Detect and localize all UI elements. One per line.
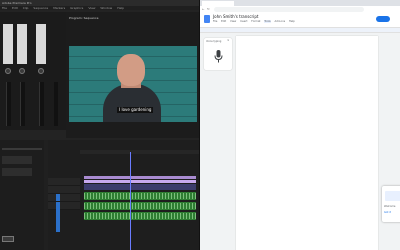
track-header-a2 xyxy=(48,202,80,210)
track-header-v2 xyxy=(48,178,80,186)
program-monitor-panel: Program: Sequence I love gardening xyxy=(66,12,200,130)
person-torso xyxy=(103,84,161,122)
menu-markers[interactable]: Markers xyxy=(53,6,65,10)
toast-text: Welcome xyxy=(384,205,396,208)
close-icon[interactable]: × xyxy=(227,39,230,42)
menu-sequence[interactable]: Sequence xyxy=(33,6,48,10)
docs-header: John Smith's transcript File Edit View I… xyxy=(200,13,400,27)
level-meter-2 xyxy=(20,82,25,126)
docs-menu-help[interactable]: Help xyxy=(289,20,295,23)
menu-help[interactable]: Help xyxy=(117,6,124,10)
pan-knob-3[interactable] xyxy=(38,68,44,74)
program-monitor-title: Program: Sequence xyxy=(69,16,99,20)
timeline-ruler[interactable] xyxy=(80,150,200,154)
audio-waveform xyxy=(84,203,196,209)
toast-dismiss-link[interactable]: Got it xyxy=(384,211,391,214)
mixer-fader-3[interactable] xyxy=(36,24,46,64)
menu-window[interactable]: Window xyxy=(100,6,112,10)
docs-menu-view[interactable]: View xyxy=(230,20,236,23)
docs-menu-file[interactable]: File xyxy=(213,20,217,23)
docs-menu-edit[interactable]: Edit xyxy=(221,20,226,23)
back-icon[interactable]: ← xyxy=(202,7,205,12)
mixer-fader-1[interactable] xyxy=(3,24,13,64)
share-button[interactable] xyxy=(376,16,390,22)
microphone-icon[interactable] xyxy=(214,50,223,63)
project-tab-strip xyxy=(2,148,42,150)
video-editor-window: Adobe Premiere Pro File Edit Clip Sequen… xyxy=(0,0,200,250)
docs-menu-bar: File Edit View Insert Format Tools Add-o… xyxy=(213,20,298,24)
toast-illustration xyxy=(385,191,400,201)
menu-file[interactable]: File xyxy=(2,6,7,10)
track-target-indicator[interactable] xyxy=(56,202,60,232)
playback-controls: ◀◀ ▶ ▶▶ xyxy=(66,128,200,144)
menu-clip[interactable]: Clip xyxy=(23,6,29,10)
docs-menu-addons[interactable]: Add-ons xyxy=(274,20,285,23)
video-frame[interactable]: I love gardening xyxy=(69,46,197,122)
audio-clip[interactable] xyxy=(84,202,196,210)
level-meter-1 xyxy=(6,82,11,126)
project-item[interactable] xyxy=(2,168,32,176)
document-page[interactable] xyxy=(236,36,378,250)
level-meter-3 xyxy=(39,82,44,126)
video-clip[interactable] xyxy=(84,184,196,190)
welcome-toast: Welcome Got it xyxy=(382,186,400,222)
voice-typing-panel: Voice typing × xyxy=(204,38,232,70)
document-window: ← ↻ John Smith's transcript File Edit Vi… xyxy=(200,0,400,250)
pan-knob-1[interactable] xyxy=(5,68,11,74)
audio-clip[interactable] xyxy=(84,192,196,200)
docs-menu-format[interactable]: Format xyxy=(251,20,260,23)
playhead[interactable] xyxy=(130,152,131,250)
track-header-a1 xyxy=(48,194,80,202)
mixer-fader-2[interactable] xyxy=(17,24,27,64)
menu-graphics[interactable]: Graphics xyxy=(70,6,83,10)
docs-toolbar xyxy=(200,27,400,33)
audio-mixer-panel xyxy=(0,12,66,130)
menu-view[interactable]: View xyxy=(88,6,95,10)
menu-edit[interactable]: Edit xyxy=(12,6,18,10)
track-header-v1 xyxy=(48,186,80,194)
person-head xyxy=(117,54,145,86)
voice-typing-label: Voice typing xyxy=(206,40,222,43)
timeline-panel xyxy=(48,140,200,250)
docs-menu-insert[interactable]: Insert xyxy=(240,20,247,23)
caption-clip[interactable] xyxy=(84,180,196,183)
project-item[interactable] xyxy=(2,156,32,164)
audio-waveform xyxy=(84,193,196,199)
docs-logo-icon[interactable] xyxy=(204,15,210,23)
docs-menu-tools[interactable]: Tools xyxy=(264,20,271,23)
audio-waveform xyxy=(84,213,196,219)
editor-menu-bar: File Edit Clip Sequence Markers Graphics… xyxy=(0,6,200,10)
editor-window-title: Adobe Premiere Pro xyxy=(2,1,32,5)
document-title[interactable]: John Smith's transcript xyxy=(213,14,258,19)
audio-clip[interactable] xyxy=(84,212,196,220)
master-meter xyxy=(54,82,58,126)
caption-clip[interactable] xyxy=(84,176,196,179)
track-target-indicator[interactable] xyxy=(56,194,60,201)
url-field[interactable] xyxy=(214,7,364,12)
subtitle-caption: I love gardening xyxy=(117,107,154,113)
reload-icon[interactable]: ↻ xyxy=(207,7,210,12)
pan-knob-2[interactable] xyxy=(19,68,25,74)
project-button[interactable] xyxy=(2,236,14,242)
project-panel xyxy=(0,140,44,250)
